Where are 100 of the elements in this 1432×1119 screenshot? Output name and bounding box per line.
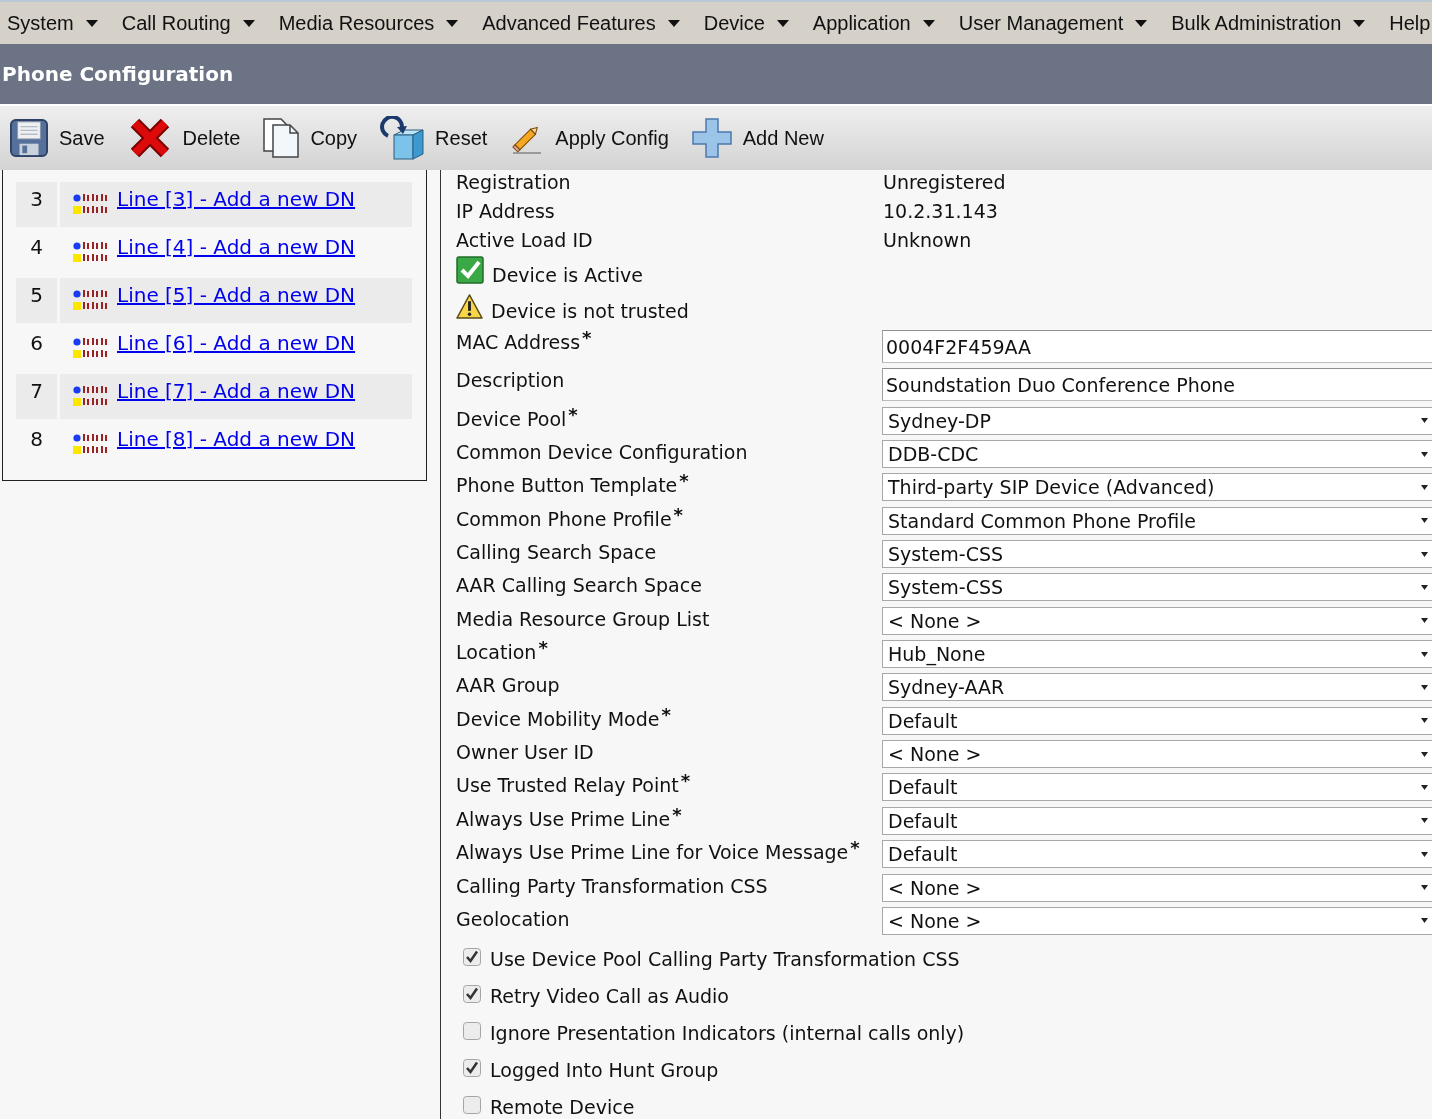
field-label: Geolocation (456, 906, 571, 931)
text-input[interactable]: 0004F2F459AA (882, 330, 1432, 363)
option-label: Ignore Presentation Indicators (internal calls only) (490, 1021, 965, 1044)
line-link[interactable]: Line [5] - Add a new DN (117, 283, 356, 307)
caret-icon (1421, 518, 1428, 524)
check-icon (456, 256, 484, 284)
status-message: Device is Active (492, 263, 643, 287)
select-dropdown[interactable]: Default (882, 706, 1432, 735)
field-label: Calling Search Space (456, 540, 658, 565)
checkbox[interactable] (463, 1095, 481, 1114)
caret-icon (1421, 551, 1428, 557)
caret-icon (1421, 751, 1428, 757)
line-link[interactable]: Line [3] - Add a new DN (117, 187, 356, 211)
menu-item[interactable]: System (7, 11, 98, 35)
menu-item[interactable]: User Management (958, 11, 1148, 35)
caret-icon (1421, 418, 1428, 424)
field-label: Description (456, 368, 566, 393)
option-label: Use Device Pool Calling Party Transformation CSS (490, 947, 960, 970)
line-link[interactable]: Line [7] - Add a new DN (117, 379, 356, 403)
option-label: Remote Device (490, 1095, 635, 1118)
line-link[interactable]: Line [6] - Add a new DN (117, 331, 356, 355)
caret-icon (1421, 918, 1428, 924)
select-dropdown[interactable]: < None > (882, 906, 1432, 935)
status-message: Device is not trusted (491, 299, 689, 323)
caret-icon (1421, 584, 1428, 590)
caret-icon (1421, 818, 1428, 824)
menu-item[interactable]: Call Routing (121, 11, 255, 35)
caret-icon (1421, 885, 1428, 890)
select-dropdown[interactable]: Standard Common Phone Profile (882, 506, 1432, 535)
info-value: 10.2.31.143 (883, 199, 999, 223)
field-label: AAR Calling Search Space (456, 573, 703, 598)
field-label: Calling Party Transformation CSS (456, 873, 769, 898)
line-number: 7 (16, 374, 57, 419)
info-label: IP Address (456, 199, 556, 223)
delete-button[interactable]: Delete (127, 116, 241, 160)
caret-icon (1421, 718, 1428, 724)
caret-icon (1421, 851, 1428, 857)
menu-item[interactable]: Advanced Features (482, 11, 680, 35)
caret-icon (1421, 451, 1428, 457)
text-input[interactable]: Soundstation Duo Conference Phone (882, 368, 1432, 402)
caret-icon (1421, 651, 1428, 657)
apply-config-button[interactable]: Apply Config (510, 121, 669, 155)
add-new-button[interactable]: Add New (691, 118, 824, 158)
select-dropdown[interactable]: Sydney-AAR (882, 673, 1432, 702)
copy-button[interactable]: Copy (263, 118, 358, 158)
select-dropdown[interactable]: Third-party SIP Device (Advanced) (882, 473, 1432, 502)
line-number: 5 (16, 278, 57, 323)
line-number: 8 (29, 426, 44, 453)
menu-item[interactable]: Media Resources (278, 11, 459, 35)
info-value: Unregistered (883, 170, 1007, 194)
line-status-icon (73, 336, 110, 360)
reset-button[interactable]: Reset (380, 116, 488, 160)
documents-icon (263, 118, 300, 158)
info-label: Active Load ID (456, 228, 594, 252)
select-dropdown[interactable]: Default (882, 806, 1432, 835)
line-link[interactable]: Line [8] - Add a new DN (117, 427, 356, 451)
page-title: Phone Configuration (2, 62, 234, 86)
save-button[interactable]: Save (10, 118, 105, 158)
select-dropdown[interactable]: Default (882, 840, 1432, 869)
select-dropdown[interactable]: System-CSS (882, 540, 1432, 569)
select-dropdown[interactable]: Default (882, 773, 1432, 802)
line-number: 6 (29, 330, 44, 357)
field-label: Media Resource Group List (456, 606, 711, 631)
select-dropdown[interactable]: < None > (882, 740, 1432, 769)
line-status-icon (73, 288, 110, 312)
menu-item[interactable]: Device (703, 11, 789, 35)
option-label: Retry Video Call as Audio (490, 984, 729, 1007)
select-dropdown[interactable]: < None > (882, 606, 1432, 635)
line-status-icon (73, 384, 110, 408)
menu-item[interactable]: Application (812, 11, 935, 35)
cube-arrow-icon (380, 116, 425, 160)
menu-item[interactable]: Help (1389, 11, 1431, 35)
select-dropdown[interactable]: System-CSS (882, 573, 1432, 602)
line-number: 3 (16, 182, 57, 227)
caret-icon (1421, 784, 1428, 790)
option-label: Logged Into Hunt Group (490, 1058, 719, 1081)
menu-item[interactable]: Bulk Administration (1171, 11, 1366, 35)
line-number: 4 (29, 234, 44, 261)
warning-icon (456, 293, 483, 320)
checkbox[interactable] (463, 984, 481, 1003)
field-label: AAR Group (456, 673, 561, 698)
field-label: Common Device Configuration (456, 440, 749, 465)
caret-icon (1421, 684, 1428, 690)
info-label: Registration (456, 170, 572, 194)
checkbox[interactable] (463, 1021, 481, 1040)
line-status-icon (73, 432, 110, 456)
checkbox[interactable] (463, 1058, 481, 1077)
field-label: Owner User ID (456, 740, 595, 765)
line-link[interactable]: Line [4] - Add a new DN (117, 235, 356, 259)
info-value: Unknown (883, 228, 973, 252)
select-dropdown[interactable]: < None > (882, 873, 1432, 902)
caret-icon (1421, 618, 1428, 624)
checkbox[interactable] (463, 947, 481, 966)
select-dropdown[interactable]: Hub_None (882, 640, 1432, 669)
plus-icon (691, 118, 732, 158)
select-dropdown[interactable]: Sydney-DP (882, 406, 1432, 435)
line-status-icon (73, 192, 110, 216)
select-dropdown[interactable]: DDB-CDC (882, 440, 1432, 469)
caret-icon (1421, 484, 1428, 490)
line-status-icon (73, 240, 110, 264)
